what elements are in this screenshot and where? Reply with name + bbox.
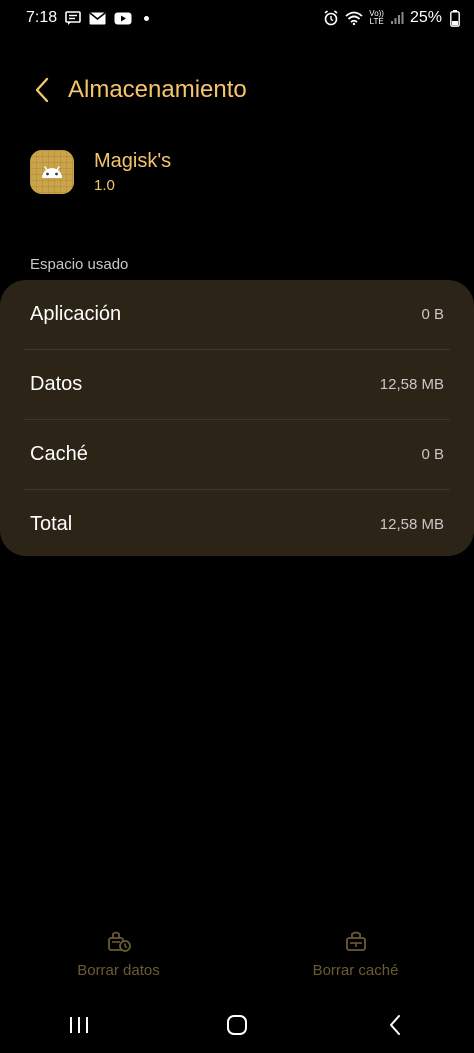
status-bar: 7:18 Vo)) LTE 25% xyxy=(0,0,474,36)
android-icon xyxy=(30,150,74,194)
page-title: Almacenamiento xyxy=(68,76,247,103)
app-text: Magisk's 1.0 xyxy=(94,150,171,194)
home-icon xyxy=(227,1015,247,1035)
row-label: Aplicación xyxy=(30,303,122,325)
battery-icon xyxy=(450,9,460,27)
storage-row-cache: Caché 0 B xyxy=(0,420,474,489)
clear-data-icon xyxy=(106,926,132,956)
gmail-icon xyxy=(89,11,106,25)
clear-cache-button[interactable]: Borrar caché xyxy=(237,926,474,986)
home-button[interactable] xyxy=(207,1003,267,1047)
nav-back-icon xyxy=(390,1015,400,1035)
row-label: Caché xyxy=(30,443,88,465)
notification-dot-icon xyxy=(144,15,150,21)
storage-row-data: Datos 12,58 MB xyxy=(0,350,474,419)
storage-card: Aplicación 0 B Datos 12,58 MB Caché 0 B … xyxy=(0,280,474,556)
message-icon xyxy=(65,11,81,25)
navigation-bar xyxy=(0,1000,474,1050)
screen: 7:18 Vo)) LTE 25% Almacenamiento Magisk'… xyxy=(0,0,474,1053)
clear-cache-label: Borrar caché xyxy=(312,962,399,979)
app-name: Magisk's xyxy=(94,150,172,172)
app-info: Magisk's 1.0 xyxy=(30,146,444,198)
row-label: Datos xyxy=(30,373,83,395)
chevron-left-icon xyxy=(35,77,49,103)
row-value: 0 B xyxy=(421,446,444,463)
row-value: 12,58 MB xyxy=(379,516,444,533)
volte-bottom-label: LTE xyxy=(369,17,384,26)
status-time: 7:18 xyxy=(26,9,58,26)
youtube-icon xyxy=(114,12,132,25)
app-version: 1.0 xyxy=(94,177,115,194)
recent-apps-button[interactable] xyxy=(49,1003,109,1047)
bottom-actions: Borrar datos Borrar caché xyxy=(0,926,474,986)
status-left: 7:18 xyxy=(26,9,150,27)
signal-icon xyxy=(390,11,404,25)
volte-icon: Vo)) LTE xyxy=(369,10,384,26)
storage-row-application: Aplicación 0 B xyxy=(0,280,474,349)
clear-cache-icon xyxy=(345,926,367,956)
nav-back-button[interactable] xyxy=(365,1003,425,1047)
battery-percent: 25% xyxy=(409,9,442,26)
recent-apps-icon xyxy=(70,1017,88,1033)
app-bar: Almacenamiento xyxy=(0,68,474,112)
alarm-icon xyxy=(323,10,339,26)
wifi-icon xyxy=(345,11,363,25)
row-label: Total xyxy=(30,513,73,535)
clear-data-button[interactable]: Borrar datos xyxy=(0,926,237,986)
section-label: Espacio usado xyxy=(30,256,129,273)
row-value: 0 B xyxy=(421,306,444,323)
row-value: 12,58 MB xyxy=(379,376,444,393)
storage-row-total: Total 12,58 MB xyxy=(0,490,474,559)
status-right: Vo)) LTE 25% xyxy=(323,9,460,27)
back-button[interactable] xyxy=(22,68,62,112)
clear-data-label: Borrar datos xyxy=(77,962,160,979)
